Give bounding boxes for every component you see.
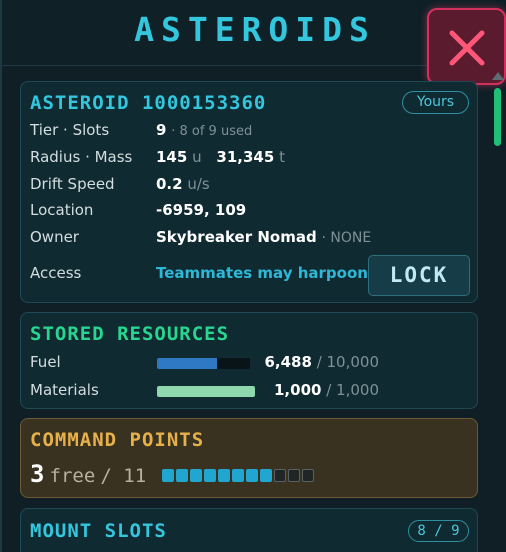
access-value: Teammates may harpoon — [156, 264, 368, 282]
command-point-segment — [218, 469, 230, 482]
tier-slots-value: 9 · 8 of 9 used — [156, 121, 252, 139]
radius-value: 145 — [156, 148, 188, 166]
owner-label: Owner — [30, 228, 79, 246]
slots-detail: · 8 of 9 used — [171, 124, 253, 139]
asteroid-info-card: ASTEROID 1000153360 Yours Tier · Slots 9… — [20, 81, 478, 303]
radius-mass-label: Radius · Mass — [30, 148, 133, 166]
drift-speed-value: 0.2 u/s — [156, 175, 210, 193]
owner-name: Skybreaker Nomad — [156, 228, 317, 246]
materials-bar-fill — [157, 386, 255, 397]
command-point-segment — [204, 469, 216, 482]
radius-mass-value: 145 u 31,345 t — [156, 148, 285, 166]
command-point-segment — [274, 469, 286, 482]
materials-capacity: / 1,000 — [326, 381, 379, 399]
owner-team: · NONE — [321, 230, 372, 246]
tier-slots-label: Tier · Slots — [30, 121, 110, 139]
drift-speed-number: 0.2 — [156, 175, 183, 193]
resources-title: STORED RESOURCES — [30, 323, 230, 345]
mass-value: 31,345 — [216, 148, 275, 166]
fuel-bar-fill — [157, 358, 218, 369]
command-point-segment — [246, 469, 258, 482]
command-points-title: COMMAND POINTS — [30, 429, 205, 451]
fuel-value: 6,488 / 10,000 — [253, 353, 379, 371]
materials-bar — [157, 386, 255, 397]
materials-value: 1,000 / 1,000 — [253, 381, 379, 399]
command-points-card: COMMAND POINTS 3 free / 11 — [20, 418, 478, 498]
asteroids-panel: ASTEROIDS ASTEROID 1000153360 Yours Tier… — [0, 0, 506, 552]
close-icon — [449, 30, 485, 66]
mass-unit: t — [279, 148, 285, 166]
command-points-free: 3 — [30, 460, 45, 488]
command-point-segment — [288, 469, 300, 482]
command-points-free-label: free — [49, 465, 96, 487]
lock-button[interactable]: LOCK — [368, 255, 470, 296]
mount-slots-title: MOUNT SLOTS — [30, 520, 167, 542]
drift-speed-unit: u/s — [187, 175, 210, 193]
access-label: Access — [30, 264, 82, 282]
radius-unit: u — [192, 148, 202, 166]
command-points-summary: 3 free / 11 — [30, 460, 146, 488]
ownership-badge: Yours — [402, 91, 469, 114]
mount-slots-badge: 8 / 9 — [408, 520, 469, 542]
tier-value: 9 — [156, 121, 167, 139]
chevron-up-icon[interactable] — [492, 72, 504, 80]
command-point-segment — [232, 469, 244, 482]
command-point-segment — [176, 469, 188, 482]
owner-value: Skybreaker Nomad · NONE — [156, 228, 371, 246]
command-point-segment — [162, 469, 174, 482]
command-point-segment — [260, 469, 272, 482]
command-points-total: / 11 — [100, 465, 147, 487]
fuel-capacity: / 10,000 — [316, 353, 379, 371]
asteroid-name: ASTEROID 1000153360 — [30, 92, 267, 114]
materials-amount: 1,000 — [274, 381, 322, 399]
fuel-amount: 6,488 — [264, 353, 312, 371]
scrollbar-thumb[interactable] — [494, 88, 501, 146]
command-point-segment — [302, 469, 314, 482]
drift-speed-label: Drift Speed — [30, 175, 115, 193]
mount-slots-card: MOUNT SLOTS 8 / 9 — [20, 508, 478, 552]
stored-resources-card: STORED RESOURCES Fuel 6,488 / 10,000 Mat… — [20, 312, 478, 409]
fuel-label: Fuel — [30, 353, 61, 371]
command-point-segment — [190, 469, 202, 482]
fuel-bar — [157, 358, 250, 369]
location-value: -6959, 109 — [156, 201, 247, 219]
materials-label: Materials — [30, 381, 99, 399]
location-label: Location — [30, 201, 94, 219]
command-points-meter — [162, 469, 316, 482]
